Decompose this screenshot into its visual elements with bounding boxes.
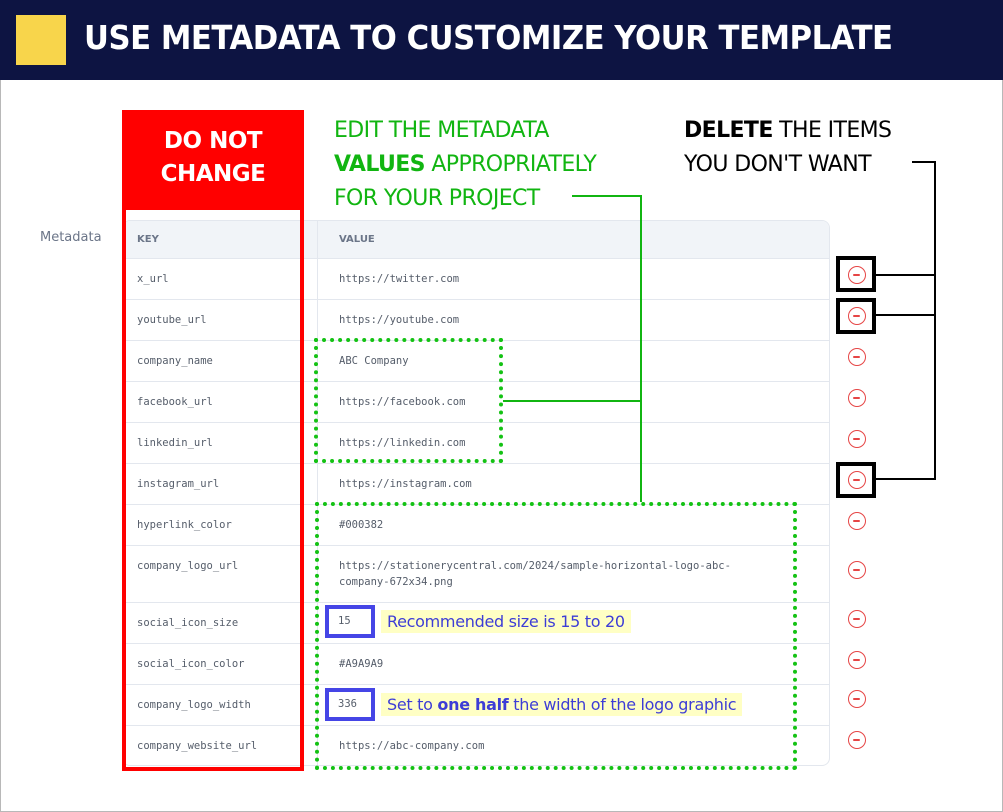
logo-width-hint: Set to one half the width of the logo gr… <box>381 693 743 716</box>
delete-items-note: DELETE THE ITEMS YOU DON'T WANT <box>684 114 892 182</box>
do-not-change-callout: DO NOT CHANGE <box>122 110 304 207</box>
note-text: APPROPRIATELY <box>424 152 597 177</box>
metadata-section-label: Metadata <box>40 230 102 245</box>
header-value: VALUE <box>339 234 375 245</box>
connector-line <box>572 195 642 197</box>
delete-row-button-facebook-url[interactable] <box>848 389 866 407</box>
note-line: VALUES APPROPRIATELY <box>334 148 597 182</box>
banner-title: USE METADATA TO CUSTOMIZE YOUR TEMPLATE <box>84 18 893 57</box>
callout-line: CHANGE <box>160 161 266 187</box>
delete-row-button-company-logo-width[interactable] <box>848 690 866 708</box>
values-highlight-group-2 <box>315 502 797 770</box>
hint-text: Set to <box>387 695 438 714</box>
delete-highlight-box <box>836 298 876 334</box>
note-line: EDIT THE METADATA <box>334 118 549 143</box>
row-value[interactable]: https://instagram.com <box>339 476 789 492</box>
connector-line <box>876 314 936 316</box>
connector-line <box>503 400 642 402</box>
delete-row-button-linkedin-url[interactable] <box>848 430 866 448</box>
note-line: DELETE THE ITEMS <box>684 114 892 148</box>
hint-bold: one half <box>437 695 509 714</box>
delete-highlight-box <box>836 256 876 292</box>
callout-line: DO NOT <box>163 128 263 154</box>
note-line: FOR YOUR PROJECT <box>334 186 540 211</box>
connector-line <box>912 161 936 163</box>
company-logo-width-value[interactable]: 336 <box>325 688 375 721</box>
connector-line <box>876 274 936 276</box>
row-value[interactable]: https://youtube.com <box>339 312 789 328</box>
note-line: YOU DON'T WANT <box>684 152 872 177</box>
delete-highlight-box <box>836 462 876 498</box>
edit-values-note: EDIT THE METADATA VALUES APPROPRIATELY F… <box>334 114 597 216</box>
delete-row-button-social-icon-color[interactable] <box>848 651 866 669</box>
delete-row-button-company-website-url[interactable] <box>848 731 866 749</box>
connector-line <box>876 478 936 480</box>
icon-size-hint: Recommended size is 15 to 20 <box>381 610 631 633</box>
values-highlight-group-1 <box>314 338 503 463</box>
connector-line <box>934 161 936 479</box>
social-icon-size-value[interactable]: 15 <box>325 605 375 638</box>
banner-accent-square <box>16 15 66 65</box>
note-bold: VALUES <box>334 152 426 177</box>
note-text: THE ITEMS <box>772 118 892 143</box>
note-bold: DELETE <box>684 118 773 143</box>
hint-text: the width of the logo graphic <box>508 695 737 714</box>
banner: USE METADATA TO CUSTOMIZE YOUR TEMPLATE <box>0 0 1003 80</box>
delete-row-button-social-icon-size[interactable] <box>848 610 866 628</box>
key-column-highlight <box>122 206 304 771</box>
delete-row-button-company-name[interactable] <box>848 348 866 366</box>
delete-row-button-company-logo-url[interactable] <box>848 561 866 579</box>
row-value[interactable]: https://twitter.com <box>339 271 789 287</box>
connector-line <box>640 195 642 502</box>
delete-row-button-hyperlink-color[interactable] <box>848 512 866 530</box>
